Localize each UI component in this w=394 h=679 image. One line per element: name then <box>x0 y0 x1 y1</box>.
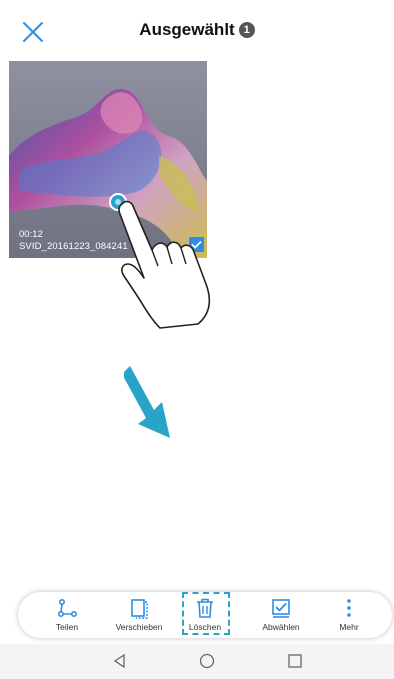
top-bar: Ausgewählt 1 <box>0 0 394 60</box>
video-duration: 00:12 <box>19 229 43 240</box>
deselect-label: Abwählen <box>262 622 300 632</box>
move-label: Verschieben <box>115 622 163 632</box>
page-title: Ausgewählt <box>139 20 235 39</box>
recents-icon[interactable] <box>287 653 303 669</box>
swipe-arrow-icon <box>124 366 170 438</box>
home-icon[interactable] <box>199 653 215 669</box>
move-button[interactable]: Verschieben <box>104 592 174 638</box>
header: Ausgewählt 1 <box>0 20 394 40</box>
more-label: Mehr <box>339 622 359 632</box>
delete-highlight-box <box>182 592 230 635</box>
move-icon <box>131 599 148 619</box>
share-icon <box>57 598 78 618</box>
selected-count-badge: 1 <box>238 22 255 38</box>
share-button[interactable]: Teilen <box>32 592 102 638</box>
more-vertical-icon <box>347 599 351 617</box>
deselect-icon <box>272 599 290 618</box>
back-icon[interactable] <box>112 653 128 669</box>
hand-gesture-icon <box>118 200 211 329</box>
more-button[interactable]: Mehr <box>314 592 384 638</box>
system-navigation-bar <box>0 644 394 679</box>
share-label: Teilen <box>55 622 79 632</box>
deselect-button[interactable]: Abwählen <box>246 592 316 638</box>
